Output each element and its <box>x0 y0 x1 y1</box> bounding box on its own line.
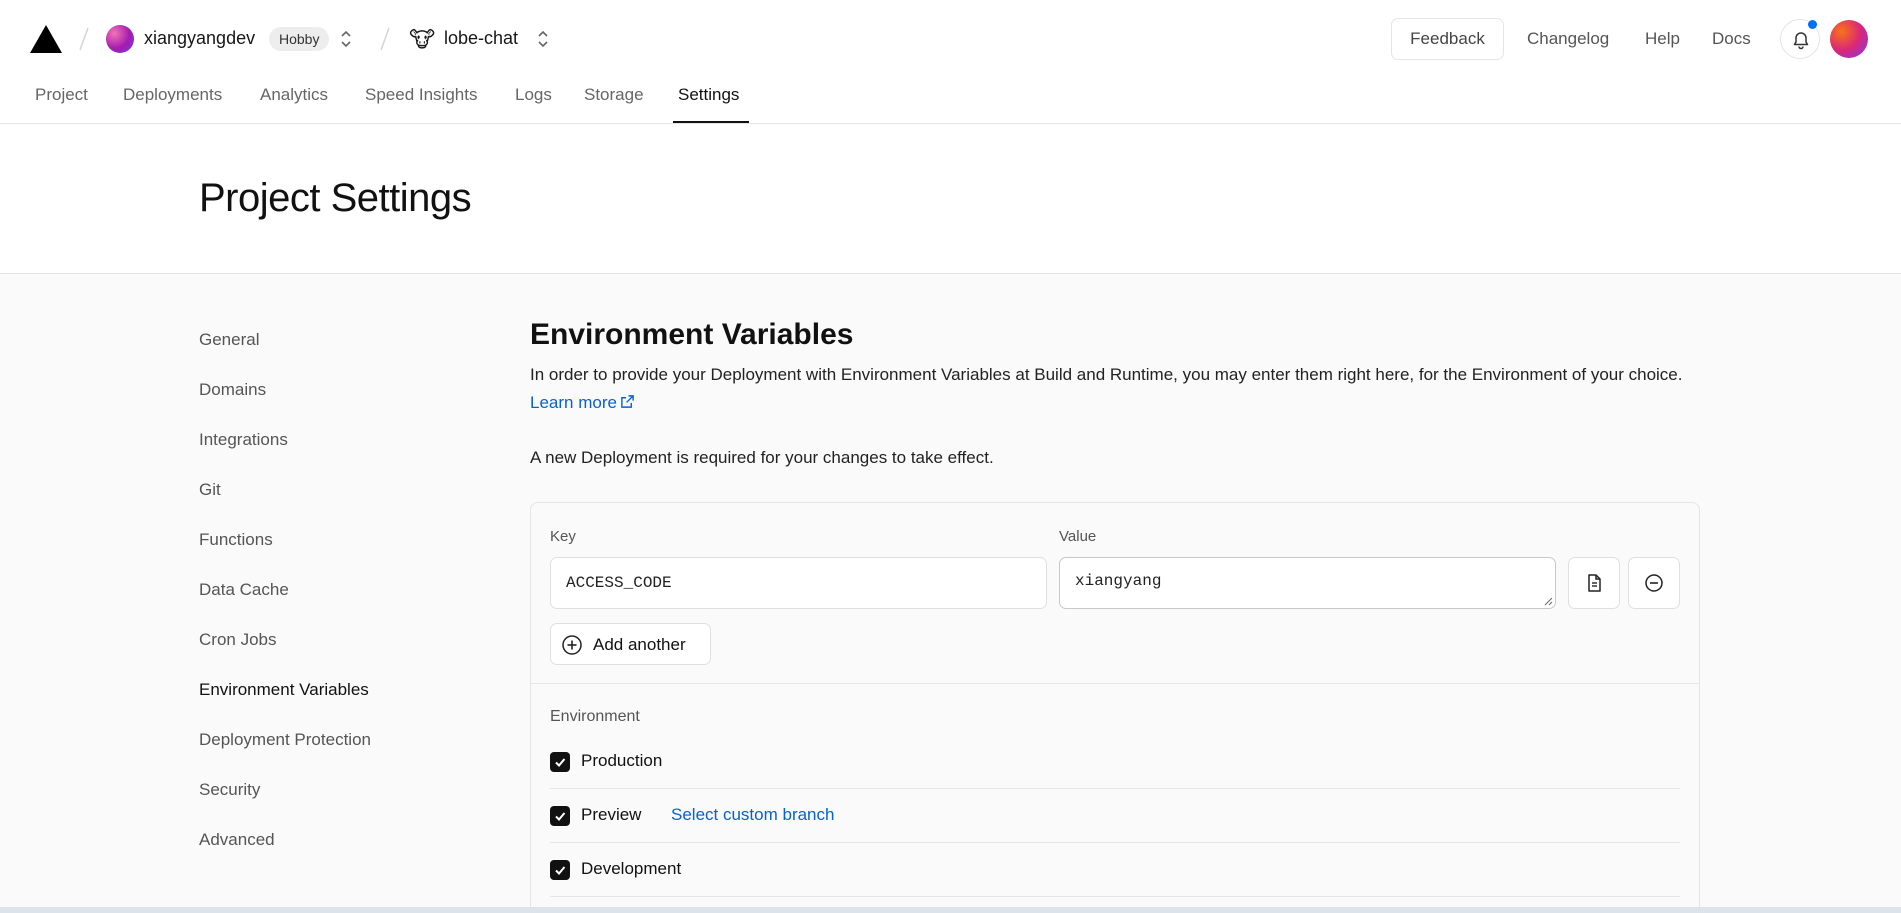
notification-badge <box>1808 20 1817 29</box>
tab-settings[interactable]: Settings <box>678 85 739 105</box>
sidebar-item-functions[interactable]: Functions <box>199 530 273 550</box>
tab-storage[interactable]: Storage <box>584 85 644 105</box>
tab-analytics[interactable]: Analytics <box>260 85 328 105</box>
remove-row-button[interactable] <box>1628 557 1680 609</box>
plan-badge: Hobby <box>269 27 330 51</box>
minus-circle-icon <box>1645 574 1663 592</box>
redeploy-note: A new Deployment is required for your ch… <box>530 448 994 467</box>
top-navigation: xiangyangdev Hobby 🐮 lobe-chat Feedback … <box>0 0 1901 124</box>
sidebar-item-git[interactable]: Git <box>199 480 221 500</box>
sidebar-item-environment-variables[interactable]: Environment Variables <box>199 680 369 700</box>
checkmark-icon <box>555 866 566 875</box>
document-icon <box>1588 574 1601 592</box>
sidebar-item-deployment-protection[interactable]: Deployment Protection <box>199 730 371 750</box>
team-switcher-chevrons-icon[interactable] <box>339 28 353 50</box>
breadcrumb-separator-icon <box>79 27 89 51</box>
production-checkbox[interactable] <box>550 752 570 772</box>
key-label: Key <box>550 528 576 545</box>
external-link-icon <box>621 395 634 408</box>
team-name[interactable]: xiangyangdev <box>144 28 255 49</box>
env-option-production[interactable]: Production <box>550 735 1680 789</box>
development-checkbox[interactable] <box>550 860 570 880</box>
section-title: Environment Variables <box>530 318 854 351</box>
help-link[interactable]: Help <box>1645 29 1680 49</box>
tab-deployments[interactable]: Deployments <box>123 85 222 105</box>
learn-more-link[interactable]: Learn more <box>530 393 635 412</box>
development-label: Development <box>581 859 682 878</box>
sidebar-item-cron-jobs[interactable]: Cron Jobs <box>199 630 276 650</box>
env-variable-form: Key Value xiangyang Add another Environm… <box>530 502 1700 913</box>
changelog-link[interactable]: Changelog <box>1527 29 1609 49</box>
production-label: Production <box>581 751 663 770</box>
project-switcher-chevrons-icon[interactable] <box>536 28 550 50</box>
sidebar-item-domains[interactable]: Domains <box>199 380 266 400</box>
env-option-development[interactable]: Development <box>550 843 1680 897</box>
checkmark-icon <box>555 812 566 821</box>
tab-speed-insights[interactable]: Speed Insights <box>365 85 477 105</box>
import-env-file-button[interactable] <box>1568 557 1620 609</box>
vercel-logo-icon[interactable] <box>29 24 63 54</box>
sidebar-item-data-cache[interactable]: Data Cache <box>199 580 289 600</box>
learn-more-label: Learn more <box>530 393 617 412</box>
plus-circle-icon <box>562 635 582 655</box>
team-avatar[interactable] <box>106 25 134 53</box>
docs-link[interactable]: Docs <box>1712 29 1751 49</box>
bell-icon <box>1793 32 1809 50</box>
section-description: In order to provide your Deployment with… <box>530 361 1710 417</box>
project-icon: 🐮 <box>409 27 436 52</box>
tab-project[interactable]: Project <box>35 85 88 105</box>
user-avatar[interactable] <box>1830 20 1868 58</box>
sidebar-item-security[interactable]: Security <box>199 780 260 800</box>
value-label: Value <box>1059 528 1097 545</box>
add-another-label: Add another <box>593 635 686 654</box>
environment-label: Environment <box>550 708 640 725</box>
tab-logs[interactable]: Logs <box>515 85 552 105</box>
description-text: In order to provide your Deployment with… <box>530 365 1683 384</box>
window-bottom-edge <box>0 907 1901 913</box>
resize-handle-icon[interactable] <box>1543 596 1553 606</box>
preview-checkbox[interactable] <box>550 806 570 826</box>
divider <box>531 683 1699 684</box>
key-input[interactable] <box>550 557 1047 609</box>
breadcrumb-separator-icon <box>380 27 390 51</box>
env-option-preview[interactable]: Preview Select custom branch <box>550 789 1680 843</box>
feedback-button[interactable]: Feedback <box>1391 18 1504 60</box>
sidebar-item-general[interactable]: General <box>199 330 259 350</box>
project-name[interactable]: lobe-chat <box>444 28 518 49</box>
checkmark-icon <box>555 758 566 767</box>
sidebar-item-advanced[interactable]: Advanced <box>199 830 275 850</box>
page-title: Project Settings <box>199 176 472 220</box>
value-input[interactable]: xiangyang <box>1059 557 1556 609</box>
active-tab-indicator <box>673 121 749 123</box>
add-another-button[interactable]: Add another <box>550 623 711 665</box>
select-custom-branch-link[interactable]: Select custom branch <box>671 805 834 825</box>
sidebar-item-integrations[interactable]: Integrations <box>199 430 288 450</box>
page-header: Project Settings <box>0 124 1901 274</box>
preview-label: Preview <box>581 805 642 824</box>
